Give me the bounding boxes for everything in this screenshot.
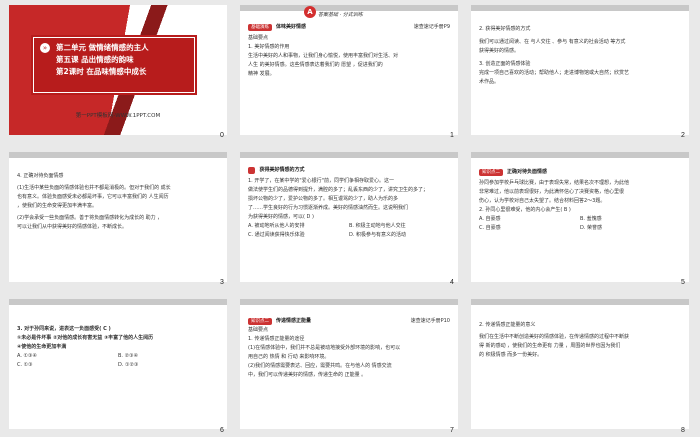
point-heading: 4. 正确对待负面情感 — [17, 173, 64, 179]
section-tag: 知识点二 — [479, 169, 503, 176]
body-line: 得 新的感动 ，使我们的生命更有 力量 ，周围的世界也因为我们 — [479, 343, 621, 349]
point-heading: 3. 创造正面的情感体验 — [479, 61, 531, 67]
body-line: 伤心，认为学校对自己太失望了。结合材料回答2～3题。 — [479, 198, 606, 204]
reference: 速查速记手册P9 — [413, 24, 450, 30]
question-line: 了……学生良好的行为习惯逐渐养成。美好的情感油然而生。这说明我们 — [248, 205, 409, 211]
question-line: 1. 开学了，在某中学的"爱心银行"前，同学们争相存取爱心。这一 — [248, 178, 394, 184]
question-line: 为获得美好的情感，可以( D ) — [248, 214, 314, 220]
body-line: (1)生活中某些负面的情感体验也并不都是消极的。但对于我们的 成长 — [17, 185, 171, 191]
section-title: 获得美好情感的方式 — [259, 167, 305, 173]
option-c: C. 自豪感 — [479, 225, 501, 231]
body-line: (2)学会承受一些负面情感。善于将负面情感转化为成长的 助力 ， — [17, 215, 163, 221]
cover-title-line-1: 第二单元 做情绪情感的主人 — [56, 43, 149, 52]
option-b: B. ②③④ — [118, 353, 139, 359]
section-tag: 知识点二 — [248, 318, 272, 325]
slide-thumbnail-6[interactable]: 知识点二 正确对待负面情感 孙同参加学校乒乓球比赛，由于表现失常，结果名次不理想，… — [471, 152, 689, 282]
cover-title-line-3: 第2课时 在品味情感中成长 — [56, 67, 147, 76]
body-line: (2)我们的情感需要表达、回应，需要共鸣。在与他人的 情感交流 — [248, 363, 392, 369]
slide-header-bar — [9, 152, 227, 158]
slide-header-bar — [471, 299, 689, 305]
slide-header-bar — [9, 299, 227, 305]
slide-number: 0 — [220, 132, 224, 139]
section-title: 传递情感正能量 — [276, 318, 312, 324]
slide-number: 5 — [681, 279, 685, 286]
option-d: D. 荣誉感 — [580, 225, 603, 231]
slide-thumbnail-7[interactable]: 3. 对于孙同来说，进表这一负面感受( C ) ①未必是件坏事 ②对他的成长有害… — [9, 299, 227, 429]
slide-number: 6 — [220, 427, 224, 434]
point-heading: 2. 传递情感正能量的意义 — [479, 322, 536, 328]
slide-header-bar — [471, 5, 689, 11]
question-line: 做法使学生们的品德得到提升，满腔的多了；乱丢东西的少了，讲究卫生的多了； — [248, 187, 429, 193]
subheading: 基础要点 — [248, 327, 269, 333]
slide-thumbnail-3[interactable]: 2. 获得美好情感的方式 我们可以通过阅读、在 与人交往 、参与 有意义的社会活… — [471, 5, 689, 135]
option-a: A. 被动地听从他人的安排 — [248, 223, 305, 229]
body-line: 也有意义。体验负面感受未必都是坏事，它可以丰富我们的 人生阅历 — [17, 194, 169, 200]
statement-line: ①未必是件坏事 ②对他的成长有害无益 ③丰富了他的人生阅历 — [17, 335, 154, 341]
section-title: 体味美好情感 — [276, 24, 307, 30]
banner-logo-icon: A — [304, 6, 316, 18]
slide-header-bar — [471, 152, 689, 158]
slide-number: 2 — [681, 132, 685, 139]
body-line: 的 积极情感 而多一份美好。 — [479, 352, 543, 358]
option-a: A. 自豪感 — [479, 216, 501, 222]
subheading: 基础要点 — [248, 35, 269, 41]
slide-thumbnail-2[interactable]: 答案基础 · 分式训练 A 基础演练 体味美好情感 速查速记手册P9 基础要点 1.… — [240, 5, 458, 135]
section-tag — [248, 167, 256, 174]
cover-title-line-2: 第五课 品出情感的韵味 — [56, 55, 134, 64]
body-line: 中，我们可以传递美好的情感，传递生命的 正能量 。 — [248, 372, 367, 378]
body-line: 生活中美好的人和事物，让我们身心愉悦，使用丰富我们对生活、对 — [248, 53, 399, 59]
body-line: 完成一项自己喜欢的活动；帮助他人；走进博物馆或大自然；欣赏艺 — [479, 70, 630, 76]
cover-footer: 第一PPT模板网-WWW.1PPT.COM — [75, 113, 161, 119]
body-line: 非常难过，他以前表现很好，为此满怀信心了决赛资格，他心里很 — [479, 189, 625, 195]
slide-thumbnail-5[interactable]: 获得美好情感的方式 1. 开学了，在某中学的"爱心银行"前，同学们争相存取爱心。… — [240, 152, 458, 282]
body-line: 孙同参加学校乒乓球比赛，由于表现失常，结果名次不理想，为此他 — [479, 180, 630, 186]
slide-number: 1 — [450, 132, 454, 139]
option-d: D. ①②③ — [118, 362, 139, 368]
slide-header-bar — [240, 152, 458, 158]
slide-thumbnail-8[interactable]: 知识点二 传递情感正能量 速查速记手册P10 基础要点 1. 传递情感正能量的途径 … — [240, 299, 458, 429]
point-heading: 1. 美好情感的作用 — [248, 44, 290, 50]
statement-line: ④使他的生命更加丰满 — [17, 344, 67, 350]
slide-thumbnail-9[interactable]: 2. 传递情感正能量的意义 我们在生活中不断创造美好的情感体验，在传递情感的过程… — [471, 299, 689, 429]
reference: 速查速记手册P10 — [410, 318, 450, 324]
slide-header-bar — [240, 299, 458, 305]
body-line: 用自己的 热情 和 行动 来影响环境。 — [248, 354, 330, 360]
option-b: B. 羞愧感 — [580, 216, 602, 222]
body-line: (1)在情感体验中，我们并不总是被动地接受外部环境的影响，也可以 — [248, 345, 401, 351]
section-title: 正确对待负面情感 — [507, 169, 548, 175]
option-b: B. 积极主动地与他人交往 — [349, 223, 406, 229]
arrow-icon: » — [40, 43, 50, 53]
banner-label: 答案基础 · 分式训练 — [318, 12, 363, 18]
slide-number: 3 — [220, 279, 224, 286]
body-line: 可以让我们从中获得美好的情感体验，不断成长。 — [17, 224, 128, 230]
slide-thumbnail-4[interactable]: 4. 正确对待负面情感 (1)生活中某些负面的情感体验也并不都是消极的。但对于我… — [9, 152, 227, 282]
option-a: A. ①③④ — [17, 353, 37, 359]
option-c: C. ①③ — [17, 362, 33, 368]
question-line: 2. 孙同心里很难受，他的内心会产生( B ) — [479, 207, 571, 213]
cover-title-box: 第二单元 做情绪情感的主人 第五课 品出情感的韵味 第2课时 在品味情感中成长 … — [33, 37, 195, 93]
body-line: 我们在生活中不断创造美好的情感体验，在传递情感的过程中不断获 — [479, 334, 630, 340]
body-line: 获得美好的情感。 — [479, 48, 520, 54]
slide-thumbnail-1[interactable]: 第二单元 做情绪情感的主人 第五课 品出情感的韵味 第2课时 在品味情感中成长 … — [9, 5, 227, 135]
slide-number: 7 — [450, 427, 454, 434]
slide-number: 4 — [450, 279, 454, 286]
question-line: 3. 对于孙同来说，进表这一负面感受( C ) — [17, 326, 111, 332]
point-heading: 1. 传递情感正能量的途径 — [248, 336, 305, 342]
section-tag: 基础演练 — [248, 24, 272, 31]
body-line: 人生 的美好情感。这些情感表达着我们的 愿望 ，促进我们的 — [248, 62, 383, 68]
question-line: 损坏公物的少了，爱护公物的多了。相互谩骂的少了，助人为乐的多 — [248, 196, 399, 202]
body-line: 我们可以通过阅读、在 与人交往 、参与 有意义的社会活动 等方式 — [479, 39, 626, 45]
body-line: 术作品。 — [479, 79, 500, 85]
body-line: 精神 发展。 — [248, 71, 275, 77]
slide-number: 8 — [681, 427, 685, 434]
option-c: C. 通过阅读获得快乐体验 — [248, 232, 305, 238]
point-heading: 2. 获得美好情感的方式 — [479, 26, 531, 32]
body-line: ，使我们的生命变得更加丰满丰富。 — [17, 203, 98, 209]
option-d: D. 积极参与有意义的活动 — [349, 232, 407, 238]
